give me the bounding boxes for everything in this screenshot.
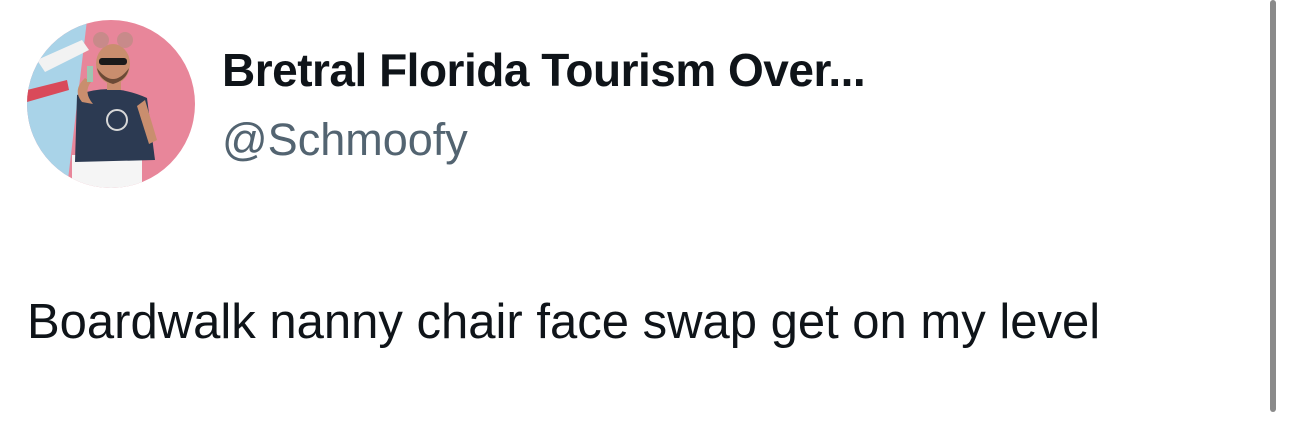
tweet-card: Bretral Florida Tourism Over... @Schmoof… (0, 0, 1289, 443)
profile-photo-icon (27, 20, 195, 188)
tweet-text: Boardwalk nanny chair face swap get on m… (27, 295, 1101, 349)
scrollbar[interactable] (1270, 0, 1276, 412)
avatar[interactable] (27, 20, 195, 188)
author-handle[interactable]: @Schmoofy (222, 113, 468, 167)
author-display-name[interactable]: Bretral Florida Tourism Over... (222, 42, 866, 98)
